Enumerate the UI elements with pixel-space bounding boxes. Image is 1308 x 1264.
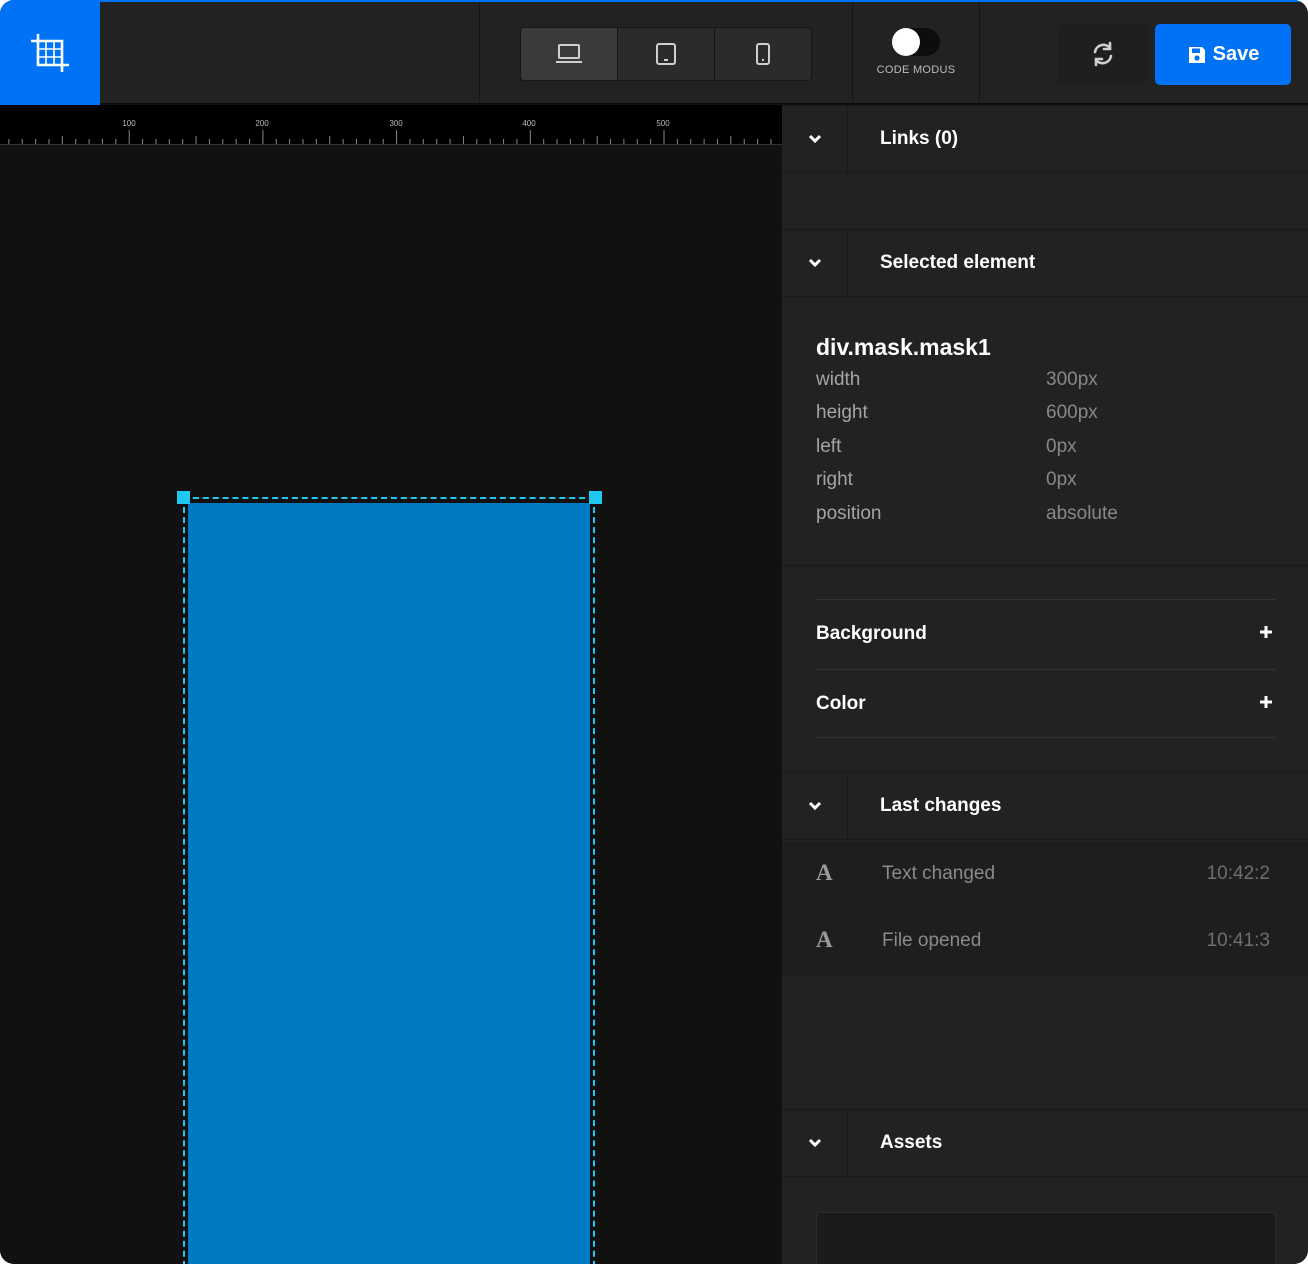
editor-app: CODE MODUS Save 100 200 300 400 500 Link… [0, 0, 1308, 1264]
refresh-icon [1093, 41, 1113, 67]
color-label: Color [816, 693, 866, 714]
divider [816, 737, 1276, 738]
toggle-knob [892, 28, 920, 56]
ruler-label: 300 [389, 119, 403, 128]
code-modus-control: CODE MODUS [862, 28, 970, 76]
toolbar-divider [979, 2, 980, 104]
prop-value: 600px [1046, 402, 1098, 423]
change-text: Text changed [882, 863, 996, 884]
change-item[interactable]: A File opened 10:41:3 [782, 909, 1308, 976]
links-section-header[interactable]: Links (0) [782, 105, 1308, 173]
color-accordion[interactable]: Color [816, 670, 1276, 738]
plus-icon[interactable] [1256, 692, 1276, 712]
links-title: Links (0) [880, 128, 959, 149]
device-tablet-button[interactable] [618, 28, 715, 80]
selected-section-header[interactable]: Selected element [782, 229, 1308, 297]
assets-title: Assets [880, 1132, 943, 1153]
ruler-label: 100 [122, 119, 136, 128]
last-changes-title: Last changes [880, 795, 1002, 816]
selected-element-name: div.mask.mask1 [816, 334, 991, 360]
save-label: Save [1212, 43, 1260, 65]
chevron-down-icon[interactable] [782, 1110, 848, 1176]
laptop-icon [556, 44, 582, 63]
horizontal-ruler: 100 200 300 400 500 [0, 105, 782, 145]
assets-dropzone[interactable] [816, 1212, 1276, 1264]
last-changes-section-header[interactable]: Last changes [782, 772, 1308, 840]
code-modus-toggle[interactable] [892, 28, 940, 56]
device-switcher [520, 27, 812, 81]
save-button[interactable]: Save [1155, 24, 1291, 85]
divider [782, 565, 1308, 566]
refresh-button[interactable] [1058, 24, 1148, 84]
chevron-down-icon[interactable] [782, 230, 848, 296]
prop-key: left [816, 436, 842, 457]
text-icon: A [816, 860, 833, 885]
change-time: 10:41:3 [1206, 930, 1270, 951]
properties-panel: Links (0) Selected element div.mask.mask… [782, 105, 1308, 1264]
change-item[interactable]: A Text changed 10:42:2 [782, 842, 1308, 909]
toolbar-divider [479, 2, 480, 104]
prop-key: width [816, 369, 861, 390]
ruler-label: 400 [522, 119, 536, 128]
selected-title: Selected element [880, 252, 1036, 273]
crop-grid-icon [31, 34, 69, 72]
tablet-icon [656, 43, 676, 65]
plus-icon[interactable] [1256, 622, 1276, 642]
prop-value: 0px [1046, 436, 1077, 457]
crop-tool-button[interactable] [0, 0, 100, 106]
phone-icon [756, 43, 770, 65]
resize-handle-top-right[interactable] [589, 491, 602, 504]
top-toolbar: CODE MODUS Save [0, 0, 1308, 106]
ruler-label: 500 [656, 119, 670, 128]
code-modus-label: CODE MODUS [876, 64, 956, 76]
prop-value: absolute [1046, 503, 1118, 524]
prop-value: 300px [1046, 369, 1098, 390]
resize-handle-top-left[interactable] [177, 491, 190, 504]
chevron-down-icon[interactable] [782, 773, 848, 839]
toolbar-divider [852, 2, 853, 104]
prop-key: position [816, 503, 882, 524]
prop-key: height [816, 402, 868, 423]
prop-value: 0px [1046, 469, 1077, 490]
background-accordion[interactable]: Background [816, 600, 1276, 668]
assets-section-header[interactable]: Assets [782, 1109, 1308, 1177]
text-icon: A [816, 927, 833, 952]
prop-key: right [816, 469, 853, 490]
device-desktop-button[interactable] [521, 28, 618, 80]
background-label: Background [816, 623, 927, 644]
ruler-label: 200 [255, 119, 269, 128]
device-mobile-button[interactable] [715, 28, 811, 80]
selection-outline [183, 497, 595, 1264]
chevron-down-icon[interactable] [782, 106, 848, 172]
floppy-disk-icon [1188, 46, 1205, 63]
change-text: File opened [882, 930, 982, 951]
change-time: 10:42:2 [1206, 863, 1270, 884]
changes-list: A Text changed 10:42:2 A File opened 10:… [782, 842, 1308, 977]
